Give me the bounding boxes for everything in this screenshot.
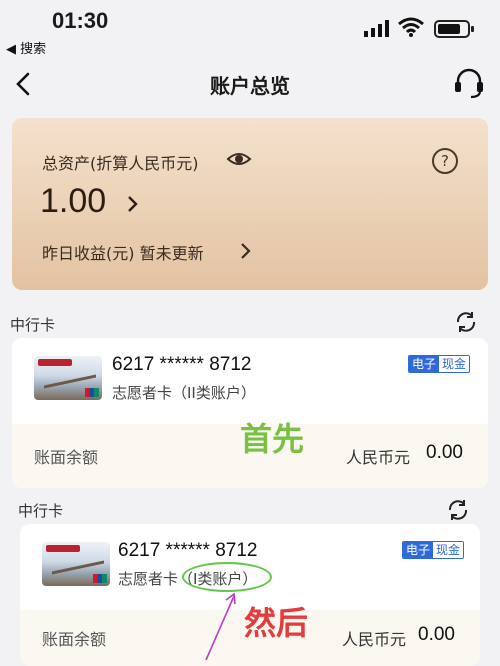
annotation-arrow-icon [205, 592, 236, 661]
section-title: 中行卡 [18, 502, 64, 520]
annotation-then: 然后 [244, 604, 309, 642]
card-type-tag: 电子 现金 [402, 541, 465, 559]
highlight-ellipse [182, 562, 272, 592]
card-number: 6217 ****** 8712 [118, 540, 258, 561]
balance-amount: 0.00 [418, 624, 455, 645]
nav-header: 账户总览 [0, 60, 500, 110]
wifi-icon [398, 17, 424, 37]
page-title: 账户总览 [210, 74, 290, 98]
card-thumbnail-image [34, 356, 102, 400]
refresh-icon[interactable] [446, 498, 470, 522]
back-to-search-link[interactable]: ◀ 搜索 [6, 38, 46, 57]
cellular-signal-icon [364, 20, 389, 37]
card-type-tag: 电子 现金 [408, 355, 471, 373]
total-assets-value[interactable]: 1.00 [40, 182, 106, 221]
balance-label: 账面余额 [34, 448, 99, 467]
section-title: 中行卡 [10, 316, 56, 334]
currency-label: 人民币元 [346, 448, 411, 467]
chevron-right-icon[interactable] [126, 194, 140, 214]
yesterday-yield-label[interactable]: 昨日收益(元) 暂未更新 [42, 240, 204, 264]
refresh-icon[interactable] [454, 310, 478, 334]
customer-service-headset-icon[interactable] [452, 66, 486, 100]
bank-card-panel[interactable]: 6217 ****** 8712 志愿者卡（I类账户） 电子 现金 账面余额 人… [20, 524, 480, 666]
help-icon[interactable]: ? [432, 148, 458, 174]
total-assets-label: 总资产(折算人民币元) [42, 154, 199, 173]
annotation-first: 首先 [240, 420, 305, 458]
total-assets-card: 总资产(折算人民币元) ? 1.00 昨日收益(元) 暂未更新 [12, 118, 488, 290]
status-time: 01:30 [52, 8, 109, 33]
card-name: 志愿者卡（II类账户） [112, 384, 256, 402]
chevron-right-icon[interactable] [240, 242, 252, 260]
card-number: 6217 ****** 8712 [112, 354, 252, 375]
bank-card-panel[interactable]: 6217 ****** 8712 志愿者卡（II类账户） 电子 现金 账面余额 … [12, 338, 488, 488]
currency-label: 人民币元 [342, 630, 407, 649]
balance-label: 账面余额 [42, 630, 107, 649]
eye-icon[interactable] [226, 148, 252, 170]
battery-icon [434, 20, 474, 38]
status-bar: 01:30 ◀ 搜索 [0, 0, 500, 58]
balance-amount: 0.00 [426, 442, 463, 463]
card-thumbnail-image [42, 542, 110, 586]
